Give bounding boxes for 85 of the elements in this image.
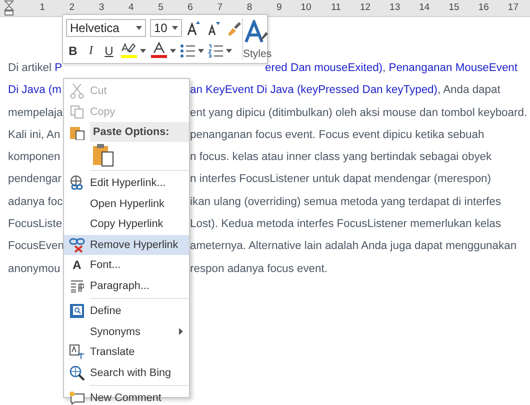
bold-button[interactable]: B — [66, 44, 80, 58]
ruler-number: 4 — [127, 2, 135, 14]
paragraph-text: , Anda dapat — [438, 84, 500, 96]
format-painter-icon[interactable] — [226, 20, 242, 36]
dropdown-arrow-icon[interactable] — [136, 26, 142, 30]
paragraph-text: penanganan focus event. Focus event dipicu ketika sebuah — [190, 128, 484, 141]
paragraph-text: Di artikel — [8, 62, 53, 74]
paragraph-text: mempelaja — [8, 106, 63, 119]
clipboard-icon[interactable] — [91, 143, 115, 167]
ruler-number: 3 — [98, 2, 106, 14]
ruler-number: 16 — [477, 2, 490, 14]
underline-button[interactable]: U — [102, 44, 116, 58]
paragraph-text: n focus. kelas atau inner class yang bertindak sebagai obyek — [190, 151, 492, 164]
numbering-icon[interactable] — [208, 44, 224, 58]
ruler-number: 15 — [448, 2, 460, 14]
menu-item[interactable]: New Comment — [64, 388, 189, 405]
paragraph-text: pendengar — [8, 173, 62, 186]
paragraph-text: respon adanya focus event. — [190, 262, 328, 275]
ruler-number: 14 — [418, 2, 431, 14]
menu-item[interactable]: Paragraph... — [64, 276, 189, 296]
scissors-icon — [70, 83, 84, 100]
paragraph-text: Kali ini, An — [8, 128, 60, 141]
shrink-font-icon[interactable] — [206, 20, 222, 36]
menu-item[interactable]: Synonyms — [64, 322, 189, 342]
paragraph-text: ent yang dipicu (ditimbulkan) oleh aksi mouse dan tombol keyboard. — [190, 106, 528, 119]
link-text[interactable]: an KeyEvent Di Java (keyPressed Dan keyTyped) — [190, 84, 438, 96]
translate-icon — [69, 344, 85, 360]
paragraph-text: adanya foc — [8, 196, 63, 208]
globe-link-icon — [69, 175, 85, 192]
dropdown-arrow-icon[interactable] — [140, 48, 146, 52]
dropdown-arrow-icon[interactable] — [172, 26, 178, 30]
link-text[interactable]: P — [54, 62, 62, 74]
highlight-icon[interactable] — [120, 42, 138, 59]
font-name-field[interactable]: Helvetica — [66, 18, 146, 36]
menu-item[interactable]: Remove Hyperlink — [64, 234, 189, 255]
font-icon: A — [72, 258, 82, 272]
ruler-number: 9 — [275, 2, 283, 14]
paragraph-text: anonymou — [8, 262, 60, 275]
font-color-icon[interactable] — [150, 42, 168, 59]
globe-search-icon — [69, 364, 85, 381]
ruler-number: 17 — [506, 2, 520, 14]
link-text[interactable]: ered Dan mouseExited) — [265, 62, 383, 74]
paragraph-text: FocusListe — [8, 218, 62, 230]
bullets-icon[interactable] — [180, 44, 196, 58]
paragraph-text: komponen — [8, 151, 60, 164]
ruler-number: 11 — [330, 2, 342, 14]
paragraph-text: FocusEven — [8, 240, 64, 252]
styles-button[interactable]: Styles — [242, 18, 272, 60]
ruler-number: 7 — [216, 2, 224, 14]
paragraph-icon — [70, 278, 84, 293]
dropdown-arrow-icon[interactable] — [170, 48, 176, 52]
indent-marker-icon[interactable] — [4, 0, 14, 16]
paragraph-text: Lost). Kedua metoda interfes FocusListener memerlukan kelas — [190, 218, 501, 230]
menu-item[interactable]: Open Hyperlink — [64, 194, 189, 214]
grow-font-icon[interactable] — [186, 20, 202, 36]
paragraph-text: n interfes FocusListener untuk dapat mendengar (merespon) — [190, 173, 491, 186]
ruler-number: 8 — [246, 2, 254, 14]
ruler-number: 1 — [38, 2, 46, 14]
ruler-number: 13 — [388, 2, 402, 14]
link-text[interactable]: Di Java (m — [8, 84, 62, 96]
menu-item[interactable]: A Font... — [64, 255, 189, 276]
ruler-number: 2 — [68, 2, 76, 14]
font-size-field[interactable]: 10 — [150, 18, 182, 36]
italic-button[interactable]: I — [84, 43, 98, 58]
styles-icon — [244, 20, 270, 44]
paragraph-text: ameternya. Alternative lain adalah Anda juga dapat menggunakan — [190, 240, 517, 252]
ruler-number: 5 — [157, 2, 164, 14]
book-search-icon — [69, 303, 85, 320]
menu-item[interactable]: Edit Hyperlink... — [64, 173, 189, 194]
ruler-number: 6 — [186, 2, 194, 14]
paste-options-label: Paste Options: — [90, 122, 189, 142]
menu-item[interactable]: Copy Hyperlink — [64, 214, 189, 234]
dropdown-arrow-icon[interactable] — [198, 48, 204, 52]
clipboard-icon — [69, 124, 85, 140]
link-text[interactable]: Penanganan MouseEvent — [388, 62, 518, 74]
dropdown-arrow-icon[interactable] — [226, 48, 232, 52]
menu-item[interactable]: Search with Bing — [64, 362, 189, 383]
ruler-number: 10 — [300, 2, 312, 14]
menu-item[interactable]: Translate — [64, 342, 189, 362]
menu-item[interactable]: Define — [64, 301, 189, 322]
copy-icon — [70, 104, 84, 119]
remove-link-icon — [69, 236, 85, 253]
paragraph-text: , — [382, 62, 387, 74]
ruler-number: 12 — [358, 2, 372, 14]
paragraph-text: ikan ulang (overriding) semua metoda yang terdapat di interfes — [190, 196, 501, 208]
